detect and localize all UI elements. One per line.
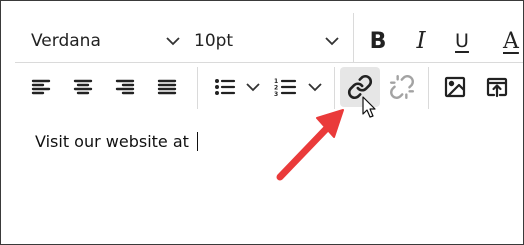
chevron-down-icon <box>246 83 260 92</box>
remove-link-button[interactable] <box>384 69 420 105</box>
font-color-button[interactable]: A <box>503 23 523 59</box>
justify-button[interactable] <box>149 69 185 105</box>
editor-content-area[interactable]: Visit our website at <box>1 113 523 244</box>
embed-icon <box>486 77 508 98</box>
align-right-button[interactable] <box>107 69 143 105</box>
editor-paragraph: Visit our website at <box>35 132 199 151</box>
insert-image-button[interactable] <box>437 69 473 105</box>
link-icon <box>347 74 373 100</box>
align-left-icon <box>31 79 51 95</box>
list-number-3: 3 <box>274 91 278 97</box>
bulleted-list-button[interactable] <box>207 69 243 105</box>
italic-button[interactable]: I <box>403 23 439 59</box>
align-left-button[interactable] <box>23 69 59 105</box>
image-icon <box>444 76 466 98</box>
chevron-down-icon <box>325 37 339 46</box>
align-justify-icon <box>157 79 177 95</box>
underline-glyph: U <box>455 30 469 52</box>
numbered-list-button[interactable]: 1 2 3 <box>267 69 303 105</box>
text-caret <box>197 132 199 151</box>
bulleted-list-dropdown[interactable] <box>241 69 265 105</box>
font-family-select[interactable]: Verdana <box>31 23 181 59</box>
bold-glyph: B <box>369 28 387 54</box>
toolbar-separator <box>428 67 429 109</box>
underline-button[interactable]: U <box>444 23 480 59</box>
toolbar-row-divider <box>15 62 523 63</box>
toolbar-separator <box>353 13 354 63</box>
chevron-down-icon <box>308 83 322 92</box>
unlink-icon <box>389 74 415 100</box>
italic-glyph: I <box>416 28 426 54</box>
editor-toolbar: Verdana 10pt B I U A 1 2 3 <box>1 1 523 113</box>
font-color-glyph: A <box>503 28 519 54</box>
rich-text-editor: Verdana 10pt B I U A 1 2 3 Visit our web… <box>0 0 524 245</box>
align-center-button[interactable] <box>65 69 101 105</box>
font-size-select[interactable]: 10pt <box>194 23 340 59</box>
editor-text: Visit our website at <box>35 132 195 151</box>
bulleted-list-icon <box>215 79 236 95</box>
align-right-icon <box>115 79 135 95</box>
font-family-value: Verdana <box>31 31 101 51</box>
align-center-icon <box>73 79 93 95</box>
font-size-value: 10pt <box>194 31 234 51</box>
toolbar-separator <box>197 67 198 109</box>
numbered-list-dropdown[interactable] <box>303 69 327 105</box>
numbered-list-icon: 1 2 3 <box>274 78 297 97</box>
toolbar-separator <box>334 67 335 109</box>
bold-button[interactable]: B <box>360 23 396 59</box>
insert-link-button[interactable] <box>340 67 380 107</box>
chevron-down-icon <box>166 37 180 46</box>
insert-embed-button[interactable] <box>479 69 515 105</box>
